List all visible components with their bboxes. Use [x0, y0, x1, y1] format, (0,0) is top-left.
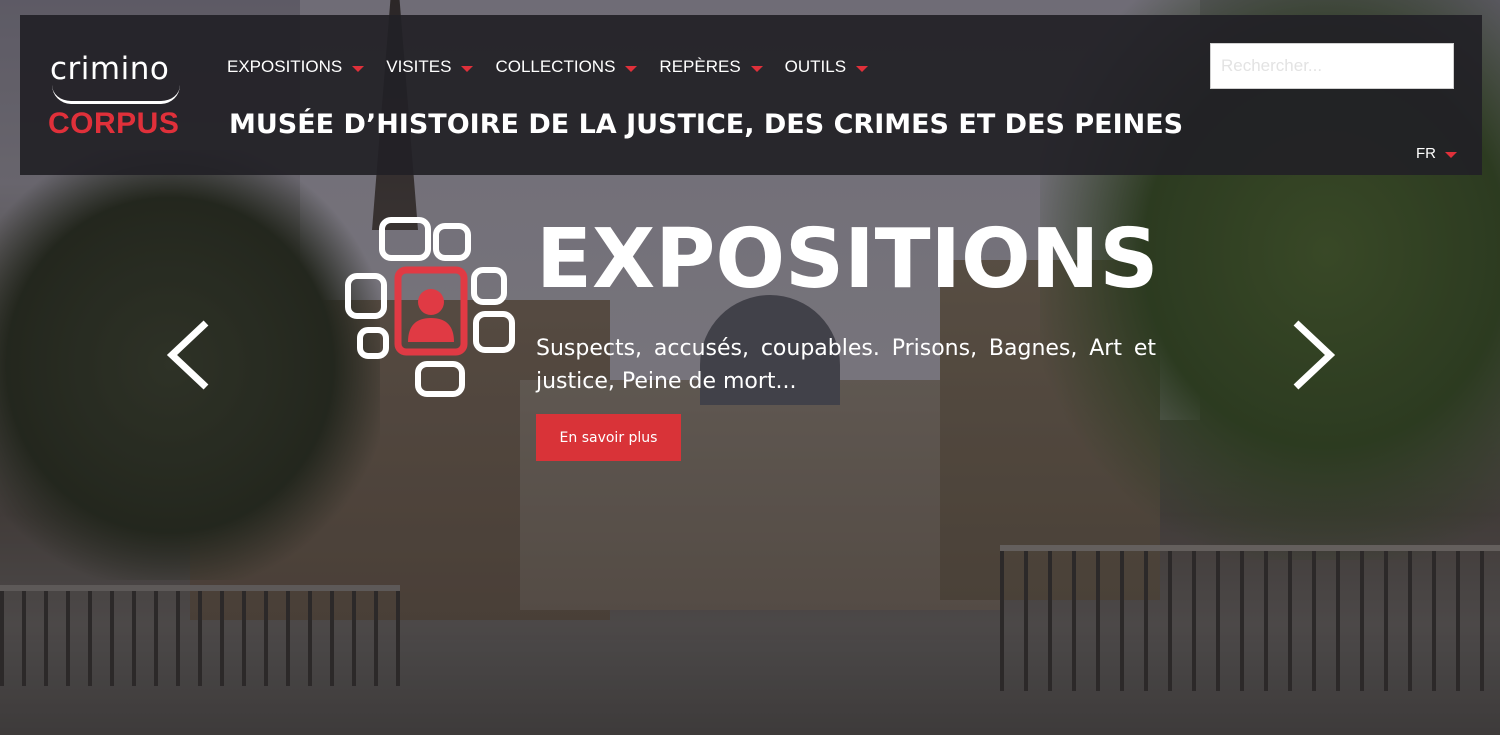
nav-item-label: REPÈRES — [659, 57, 741, 76]
nav-item-collections[interactable]: COLLECTIONS — [495, 55, 638, 79]
carousel-next-button[interactable] — [1290, 315, 1340, 395]
caret-down-icon — [856, 65, 869, 72]
language-label: FR — [1416, 145, 1436, 162]
site-header: crimino CORPUS EXPOSITIONS VISITES COLLE… — [20, 15, 1482, 175]
slide-title: EXPOSITIONS — [536, 212, 1159, 307]
nav-item-label: OUTILS — [784, 57, 847, 76]
carousel-prev-button[interactable] — [162, 315, 212, 395]
site-logo[interactable]: crimino CORPUS — [48, 51, 190, 143]
language-selector[interactable]: FR — [1416, 145, 1457, 162]
exhibition-grid-icon — [344, 214, 516, 398]
logo-text-crimino: crimino — [50, 51, 170, 87]
nav-item-label: COLLECTIONS — [495, 57, 616, 76]
nav-item-label: EXPOSITIONS — [227, 57, 343, 76]
chevron-left-icon — [166, 320, 209, 390]
caret-down-icon — [1445, 152, 1457, 158]
slide-description: Suspects, accusés, coupables. Prisons, B… — [536, 336, 1156, 394]
nav-item-label: VISITES — [386, 57, 452, 76]
logo-text-corpus: CORPUS — [48, 107, 180, 140]
caret-down-icon — [352, 65, 365, 72]
search-input[interactable] — [1210, 43, 1454, 89]
site-title: MUSÉE D’HISTOIRE DE LA JUSTICE, DES CRIM… — [229, 109, 1184, 140]
nav-item-outils[interactable]: OUTILS — [784, 55, 869, 79]
chevron-right-icon — [1293, 320, 1336, 390]
logo-smile-mark — [52, 85, 180, 104]
learn-more-button[interactable]: En savoir plus — [536, 414, 681, 461]
caret-down-icon — [461, 65, 474, 72]
nav-item-visites[interactable]: VISITES — [386, 55, 474, 79]
caret-down-icon — [750, 65, 763, 72]
nav-item-expositions[interactable]: EXPOSITIONS — [227, 55, 365, 79]
nav-item-reperes[interactable]: REPÈRES — [659, 55, 763, 79]
caret-down-icon — [625, 65, 638, 72]
main-nav: EXPOSITIONS VISITES COLLECTIONS REPÈRES … — [227, 55, 890, 79]
